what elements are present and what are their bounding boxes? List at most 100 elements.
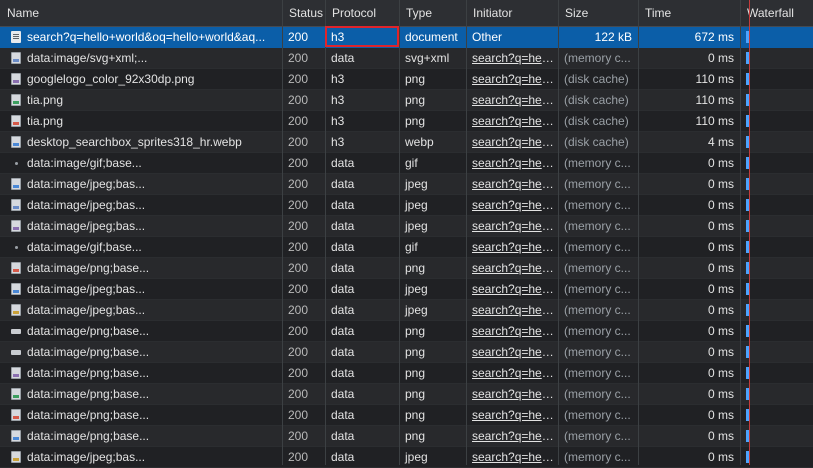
request-initiator[interactable]: search?q=hell... (466, 300, 558, 320)
request-name[interactable]: data:image/jpeg;bas... (0, 216, 282, 236)
request-protocol: data (331, 387, 355, 401)
request-protocol: data (331, 324, 355, 338)
request-name[interactable]: data:image/png;base... (0, 258, 282, 278)
request-initiator[interactable]: search?q=hell... (466, 384, 558, 404)
request-initiator[interactable]: search?q=hell... (466, 111, 558, 131)
request-initiator[interactable]: search?q=hell... (466, 69, 558, 89)
request-initiator[interactable]: search?q=hell... (466, 279, 558, 299)
request-initiator[interactable]: search?q=hell... (466, 48, 558, 68)
request-type: png (405, 324, 426, 338)
request-name[interactable]: tia.png (0, 111, 282, 131)
request-name[interactable]: data:image/gif;base... (0, 153, 282, 173)
request-name[interactable]: search?q=hello+world&oq=hello+world&aq..… (0, 27, 282, 47)
request-name[interactable]: data:image/png;base... (0, 426, 282, 446)
request-status: 200 (288, 366, 309, 380)
table-row[interactable]: data:image/png;base... 200 data png search?q… (0, 258, 813, 279)
request-initiator[interactable]: search?q=hell... (466, 174, 558, 194)
column-divider[interactable] (399, 0, 400, 465)
request-size: (memory c... (564, 303, 631, 317)
request-name[interactable]: data:image/png;base... (0, 321, 282, 341)
request-initiator[interactable]: search?q=hell... (466, 405, 558, 425)
request-protocol: data (331, 366, 355, 380)
request-protocol: data (331, 51, 355, 65)
request-type: png (405, 114, 426, 128)
table-row[interactable]: data:image/gif;base... 200 data gif search?q… (0, 153, 813, 174)
request-type: png (405, 345, 426, 359)
table-row[interactable]: data:image/png;base... 200 data png search?q… (0, 363, 813, 384)
request-initiator[interactable]: search?q=hell... (466, 342, 558, 362)
table-row[interactable]: data:image/png;base... 200 data png search?q… (0, 384, 813, 405)
request-initiator[interactable]: search?q=hell... (466, 447, 558, 467)
column-divider[interactable] (466, 0, 467, 465)
request-name[interactable]: data:image/png;base... (0, 384, 282, 404)
request-name[interactable]: data:image/jpeg;bas... (0, 279, 282, 299)
request-initiator[interactable]: search?q=hell... (466, 195, 558, 215)
request-initiator[interactable]: search?q=hell... (466, 321, 558, 341)
request-initiator[interactable]: search?q=hell... (466, 132, 558, 152)
column-header-type[interactable]: Type (399, 0, 466, 26)
request-name[interactable]: googlelogo_color_92x30dp.png (0, 69, 282, 89)
column-divider[interactable] (558, 0, 559, 465)
request-name[interactable]: data:image/png;base... (0, 342, 282, 362)
request-name[interactable]: data:image/svg+xml;... (0, 48, 282, 68)
request-status: 200 (288, 114, 309, 128)
request-name[interactable]: data:image/jpeg;bas... (0, 174, 282, 194)
column-header-protocol[interactable]: Protocol (325, 0, 399, 26)
request-initiator[interactable]: search?q=hell... (466, 216, 558, 236)
waterfall-cell (740, 237, 813, 257)
request-initiator[interactable]: search?q=hell... (466, 426, 558, 446)
request-initiator[interactable]: search?q=hell... (466, 153, 558, 173)
request-name[interactable]: data:image/jpeg;bas... (0, 300, 282, 320)
column-header-initiator[interactable]: Initiator (466, 0, 558, 26)
table-row[interactable]: data:image/jpeg;bas... 200 data jpeg search?… (0, 279, 813, 300)
request-name[interactable]: data:image/png;base... (0, 405, 282, 425)
table-row[interactable]: data:image/png;base... 200 data png search?q… (0, 426, 813, 447)
table-row[interactable]: data:image/jpeg;bas... 200 data jpeg search?… (0, 216, 813, 237)
request-status: 200 (288, 303, 309, 317)
column-header-waterfall[interactable]: Waterfall (740, 0, 813, 26)
request-time: 110 ms (695, 93, 734, 107)
request-initiator[interactable]: search?q=hell... (466, 258, 558, 278)
waterfall-cell (740, 321, 813, 341)
column-divider[interactable] (325, 0, 326, 465)
request-type: jpeg (405, 177, 428, 191)
waterfall-cell (740, 258, 813, 278)
table-row[interactable]: tia.png 200 h3 png search?q=hell... (disk cac… (0, 90, 813, 111)
waterfall-load-marker (749, 0, 750, 465)
table-row[interactable]: search?q=hello+world&oq=hello+world&aq..… (0, 27, 813, 48)
request-status: 200 (288, 240, 309, 254)
table-row[interactable]: data:image/jpeg;bas... 200 data jpeg search?… (0, 300, 813, 321)
request-initiator[interactable]: search?q=hell... (466, 363, 558, 383)
request-initiator[interactable]: search?q=hell... (466, 90, 558, 110)
column-header-status[interactable]: Status (282, 0, 325, 26)
table-row[interactable]: googlelogo_color_92x30dp.png 200 h3 png sear… (0, 69, 813, 90)
table-row[interactable]: data:image/gif;base... 200 data gif search?q… (0, 237, 813, 258)
request-size: (memory c... (564, 324, 631, 338)
column-header-time[interactable]: Time (638, 0, 740, 26)
request-name[interactable]: data:image/jpeg;bas... (0, 447, 282, 467)
request-name[interactable]: desktop_searchbox_sprites318_hr.webp (0, 132, 282, 152)
table-row[interactable]: data:image/png;base... 200 data png search?q… (0, 342, 813, 363)
request-size: (memory c... (564, 408, 631, 422)
table-row[interactable]: desktop_searchbox_sprites318_hr.webp 200 h… (0, 132, 813, 153)
request-name[interactable]: data:image/jpeg;bas... (0, 195, 282, 215)
request-status: 200 (288, 156, 309, 170)
request-initiator[interactable]: search?q=hell... (466, 237, 558, 257)
table-row[interactable]: data:image/jpeg;bas... 200 data jpeg search?… (0, 195, 813, 216)
table-row[interactable]: tia.png 200 h3 png search?q=hell... (disk cac… (0, 111, 813, 132)
table-row[interactable]: data:image/jpeg;bas... 200 data jpeg search?… (0, 174, 813, 195)
column-header-name[interactable]: Name (0, 0, 282, 26)
request-name[interactable]: data:image/png;base... (0, 363, 282, 383)
column-divider[interactable] (282, 0, 283, 465)
request-protocol: data (331, 450, 355, 464)
column-divider[interactable] (638, 0, 639, 465)
column-header-size[interactable]: Size (558, 0, 638, 26)
column-divider[interactable] (740, 0, 741, 465)
table-row[interactable]: data:image/png;base... 200 data png search?q… (0, 405, 813, 426)
table-row[interactable]: data:image/png;base... 200 data png search?q… (0, 321, 813, 342)
request-protocol: data (331, 261, 355, 275)
table-row[interactable]: data:image/svg+xml;... 200 data svg+xml sear… (0, 48, 813, 69)
request-status: 200 (288, 93, 309, 107)
request-name[interactable]: tia.png (0, 90, 282, 110)
request-name[interactable]: data:image/gif;base... (0, 237, 282, 257)
